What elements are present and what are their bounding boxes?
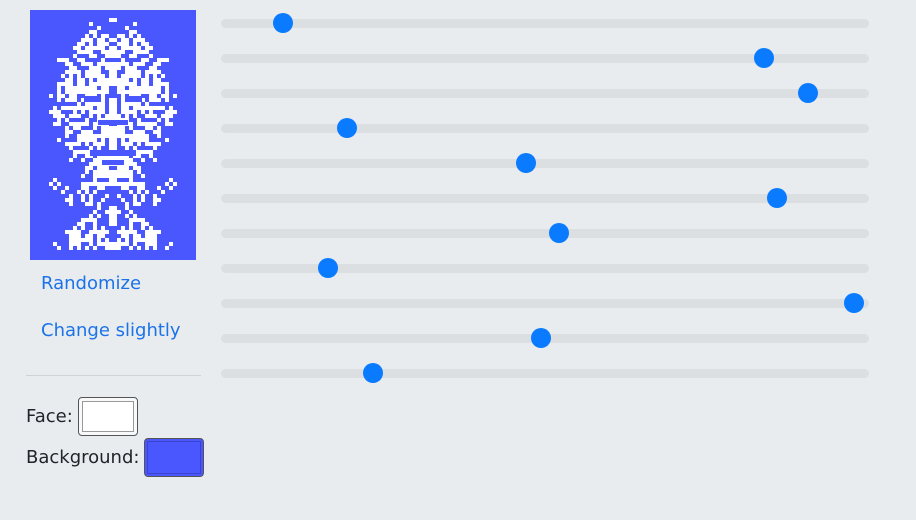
slider-thumb[interactable] (766, 188, 787, 208)
face-color-swatch (81, 401, 134, 432)
slider-param-5[interactable] (221, 146, 869, 181)
slider-track[interactable] (221, 124, 869, 133)
divider (26, 375, 201, 376)
slider-param-11[interactable] (221, 356, 869, 391)
slider-thumb[interactable] (549, 223, 570, 243)
slider-track[interactable] (221, 299, 869, 308)
slider-param-10[interactable] (221, 321, 869, 356)
slider-thumb[interactable] (515, 153, 536, 173)
slider-param-3[interactable] (221, 76, 869, 111)
slider-param-7[interactable] (221, 216, 869, 251)
slider-param-1[interactable] (221, 6, 869, 41)
generated-face-image (30, 10, 196, 260)
slider-thumb[interactable] (844, 293, 865, 313)
slider-thumb[interactable] (798, 83, 819, 103)
parameter-sliders (221, 6, 869, 391)
change-slightly-button[interactable]: Change slightly (41, 320, 181, 341)
slider-param-4[interactable] (221, 111, 869, 146)
face-color-picker[interactable] (77, 397, 138, 436)
background-color-swatch (147, 441, 202, 474)
slider-thumb[interactable] (337, 118, 358, 138)
slider-track[interactable] (221, 369, 869, 378)
slider-thumb[interactable] (272, 13, 293, 33)
slider-track[interactable] (221, 229, 869, 238)
face-color-row: Face: (26, 397, 138, 436)
slider-thumb[interactable] (754, 48, 775, 68)
slider-thumb[interactable] (317, 258, 338, 278)
randomize-button[interactable]: Randomize (41, 273, 141, 294)
left-panel: Randomize Change slightly Face: Backgrou… (0, 0, 210, 520)
slider-track[interactable] (221, 159, 869, 168)
slider-track[interactable] (221, 19, 869, 28)
face-color-label: Face: (26, 406, 73, 427)
slider-thumb[interactable] (531, 328, 552, 348)
slider-param-2[interactable] (221, 41, 869, 76)
slider-param-8[interactable] (221, 251, 869, 286)
slider-param-9[interactable] (221, 286, 869, 321)
slider-thumb[interactable] (362, 363, 383, 383)
background-color-label: Background: (26, 447, 140, 468)
background-color-row: Background: (26, 438, 205, 477)
slider-param-6[interactable] (221, 181, 869, 216)
slider-track[interactable] (221, 89, 869, 98)
background-color-picker[interactable] (144, 438, 205, 477)
